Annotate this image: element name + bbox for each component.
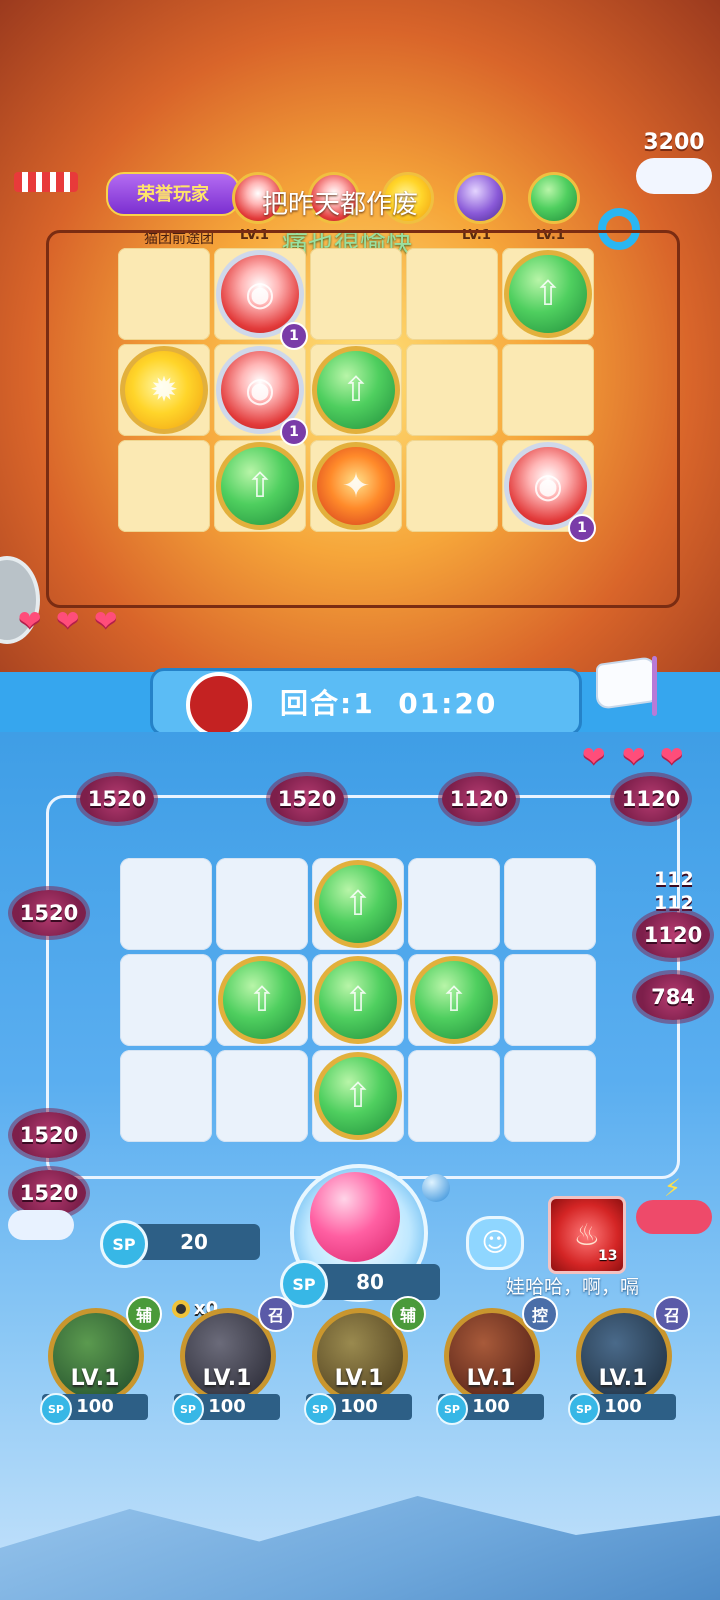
opponent-cell	[502, 344, 594, 436]
player-cell[interactable]	[408, 858, 500, 950]
hero-level: LV.1	[598, 1366, 648, 1391]
coin-icon	[172, 1300, 190, 1318]
opponent-heart-icon: ❤	[18, 604, 42, 637]
storm-cloud-icon	[636, 1200, 712, 1234]
opponent-cell	[406, 440, 498, 532]
player-cell[interactable]	[504, 1050, 596, 1142]
turn-timer: 01:20	[398, 687, 498, 720]
summon-knob	[422, 1174, 450, 1202]
arrow-up-icon: ⇧	[343, 884, 373, 924]
lyric-line-1: 把昨天都作废	[262, 190, 419, 220]
lightning-icon: ⚡	[664, 1174, 681, 1202]
shield-icon: ◉	[245, 274, 275, 314]
enemy-mine: 1520	[12, 890, 86, 936]
opponent-orb-compass: ✦	[312, 442, 400, 530]
skill-card-count: 13	[598, 1248, 618, 1264]
enemy-mine: 1120	[614, 776, 688, 822]
arrow-up-icon: ⇧	[341, 370, 371, 410]
hero-level: LV.1	[202, 1366, 252, 1391]
orb-stack-badge: 1	[568, 514, 596, 542]
opponent-orb-green: ⇧	[504, 250, 592, 338]
hero-role-tag: 召	[258, 1296, 294, 1332]
hero-role-tag: 辅	[390, 1296, 426, 1332]
player-cell[interactable]	[408, 1050, 500, 1142]
hero-role-tag: 辅	[126, 1296, 162, 1332]
surrender-flag-icon[interactable]	[596, 655, 656, 711]
hero-level: LV.1	[466, 1366, 516, 1391]
shield-icon: ◉	[245, 370, 275, 410]
player-heart-icon: ❤	[582, 740, 606, 773]
arrow-up-icon: ⇧	[343, 1076, 373, 1116]
honor-banner-text: 荣誉玩家	[137, 184, 209, 205]
orb-stack-badge: 1	[280, 322, 308, 350]
hero-role-tag: 控	[522, 1296, 558, 1332]
player-cell[interactable]	[504, 858, 596, 950]
opponent-orb-green: ⇧	[216, 442, 304, 530]
opponent-cell	[406, 248, 498, 340]
opponent-orb-green: ⇧	[312, 346, 400, 434]
cloud-icon	[8, 1210, 74, 1240]
opponent-stand-icon	[14, 172, 78, 192]
hero-sp-icon: SP	[40, 1393, 72, 1425]
hero-level: LV.1	[70, 1366, 120, 1391]
arrow-up-icon: ⇧	[247, 980, 277, 1020]
hero-level: LV.1	[334, 1366, 384, 1391]
deck-orb-green[interactable]	[528, 172, 580, 224]
hero-sp-icon: SP	[568, 1393, 600, 1425]
enemy-mine: 1520	[270, 776, 344, 822]
player-heart-icon: ❤	[660, 740, 684, 773]
arrow-up-icon: ⇧	[343, 980, 373, 1020]
turn-round: 回合:1	[280, 687, 375, 720]
arrow-up-icon: ⇧	[245, 466, 275, 506]
opponent-cell	[118, 248, 210, 340]
opponent-orb-sun: ✹	[120, 346, 208, 434]
damage-number: 112	[654, 892, 694, 914]
player-orb-green[interactable]: ⇧	[218, 956, 306, 1044]
summon-orb[interactable]	[310, 1172, 400, 1262]
turn-status: 回合:1 01:20	[280, 682, 497, 722]
player-orb-green[interactable]: ⇧	[314, 860, 402, 948]
enemy-mine: 784	[636, 974, 710, 1020]
orb-stack-badge: 1	[280, 418, 308, 446]
opponent-heart-icon: ❤	[94, 604, 118, 637]
arrow-up-icon: ⇧	[533, 274, 563, 314]
chat-bubble-text: 娃哈哈，啊，嗝	[506, 1276, 640, 1298]
hero-role-tag: 召	[654, 1296, 690, 1332]
player-cell[interactable]	[504, 954, 596, 1046]
opponent-heart-icon: ❤	[56, 604, 80, 637]
enemy-mine: 1120	[636, 912, 710, 958]
player-cell[interactable]	[216, 858, 308, 950]
arrow-up-icon: ⇧	[439, 980, 469, 1020]
player-cell[interactable]	[120, 1050, 212, 1142]
enemy-mine: 1520	[12, 1112, 86, 1158]
damage-number: 112	[654, 868, 694, 890]
enemy-mine: 1520	[80, 776, 154, 822]
fire-icon: ♨	[573, 1217, 601, 1253]
player-cell[interactable]	[216, 1050, 308, 1142]
chat-emoji-button[interactable]: ☺	[466, 1216, 524, 1270]
hero-sp-icon: SP	[436, 1393, 468, 1425]
opponent-cell	[310, 248, 402, 340]
player-orb-green[interactable]: ⇧	[410, 956, 498, 1044]
deck-orb-purple[interactable]	[454, 172, 506, 224]
opponent-score-cloud	[636, 158, 712, 194]
sp-current-icon: SP	[100, 1220, 148, 1268]
opponent-score: 3200	[643, 130, 705, 155]
hero-sp-icon: SP	[304, 1393, 336, 1425]
player-cell[interactable]	[120, 858, 212, 950]
player-orb-green[interactable]: ⇧	[314, 956, 402, 1044]
player-cell[interactable]	[120, 954, 212, 1046]
hero-sp-icon: SP	[172, 1393, 204, 1425]
flag-pole	[652, 656, 657, 716]
player-heart-icon: ❤	[622, 740, 646, 773]
shield-icon: ◉	[533, 466, 563, 506]
sun-icon: ✹	[149, 370, 179, 410]
opponent-cell	[406, 344, 498, 436]
enemy-mine: 1120	[442, 776, 516, 822]
opponent-emblem-icon	[186, 672, 252, 738]
compass-star-icon: ✦	[341, 466, 371, 506]
player-orb-green[interactable]: ⇧	[314, 1052, 402, 1140]
opponent-cell	[118, 440, 210, 532]
